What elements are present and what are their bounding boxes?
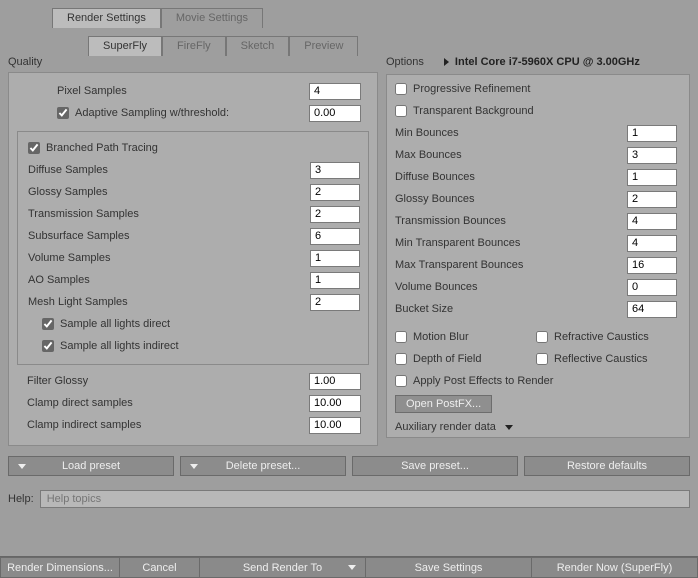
transmission-bounces-label: Transmission Bounces — [395, 215, 627, 227]
tab-movie-settings[interactable]: Movie Settings — [161, 8, 263, 28]
transmission-samples-input[interactable] — [310, 206, 360, 223]
volume-samples-label: Volume Samples — [28, 252, 310, 264]
glossy-samples-input[interactable] — [310, 184, 360, 201]
tab-render-settings[interactable]: Render Settings — [52, 8, 161, 28]
glossy-bounces-label: Glossy Bounces — [395, 193, 627, 205]
max-bounces-input[interactable] — [627, 147, 677, 164]
options-title: Options — [386, 56, 424, 68]
pixel-samples-input[interactable] — [309, 83, 361, 100]
diffuse-bounces-label: Diffuse Bounces — [395, 171, 627, 183]
mesh-light-samples-label: Mesh Light Samples — [28, 296, 310, 308]
delete-preset-button[interactable]: Delete preset... — [180, 456, 346, 476]
bucket-size-label: Bucket Size — [395, 303, 627, 315]
open-postfx-button[interactable]: Open PostFX... — [395, 395, 492, 413]
render-device-label[interactable]: Intel Core i7-5960X CPU @ 3.00GHz — [455, 56, 640, 68]
transmission-samples-label: Transmission Samples — [28, 208, 310, 220]
max-transparent-bounces-input[interactable] — [627, 257, 677, 274]
sample-all-lights-indirect-label: Sample all lights indirect — [60, 340, 360, 352]
transparent-background-checkbox[interactable] — [395, 105, 407, 117]
refractive-caustics-checkbox[interactable] — [536, 331, 548, 343]
branched-path-tracing-checkbox[interactable] — [28, 142, 40, 154]
diffuse-samples-input[interactable] — [310, 162, 360, 179]
restore-defaults-button[interactable]: Restore defaults — [524, 456, 690, 476]
dropdown-icon — [18, 464, 26, 469]
min-transparent-bounces-label: Min Transparent Bounces — [395, 237, 627, 249]
restore-defaults-label: Restore defaults — [567, 460, 647, 472]
filter-glossy-input[interactable] — [309, 373, 361, 390]
reflective-caustics-label: Reflective Caustics — [554, 353, 659, 365]
quality-title: Quality — [8, 56, 378, 68]
diffuse-samples-label: Diffuse Samples — [28, 164, 310, 176]
tab-preview[interactable]: Preview — [289, 36, 358, 56]
help-input[interactable] — [40, 490, 690, 508]
motion-blur-label: Motion Blur — [413, 331, 518, 343]
sample-all-lights-direct-checkbox[interactable] — [42, 318, 54, 330]
refractive-caustics-label: Refractive Caustics — [554, 331, 659, 343]
max-bounces-label: Max Bounces — [395, 149, 627, 161]
tab-superfly[interactable]: SuperFly — [88, 36, 162, 56]
adaptive-sampling-label: Adaptive Sampling w/threshold: — [75, 107, 309, 119]
depth-of-field-label: Depth of Field — [413, 353, 518, 365]
motion-blur-checkbox[interactable] — [395, 331, 407, 343]
ao-samples-label: AO Samples — [28, 274, 310, 286]
transmission-bounces-input[interactable] — [627, 213, 677, 230]
render-now-label: Render Now (SuperFly) — [557, 562, 673, 574]
device-collapse-icon[interactable] — [444, 58, 449, 66]
load-preset-button[interactable]: Load preset — [8, 456, 174, 476]
dropdown-icon — [348, 565, 356, 570]
mesh-light-samples-input[interactable] — [310, 294, 360, 311]
apply-post-effects-checkbox[interactable] — [395, 375, 407, 387]
min-bounces-input[interactable] — [627, 125, 677, 142]
clamp-direct-input[interactable] — [309, 395, 361, 412]
apply-post-effects-label: Apply Post Effects to Render — [413, 375, 659, 387]
min-bounces-label: Min Bounces — [395, 127, 627, 139]
volume-bounces-label: Volume Bounces — [395, 281, 627, 293]
adaptive-sampling-checkbox[interactable] — [57, 107, 69, 119]
tab-firefly[interactable]: FireFly — [162, 36, 226, 56]
reflective-caustics-checkbox[interactable] — [536, 353, 548, 365]
chevron-down-icon[interactable] — [505, 425, 513, 430]
load-preset-label: Load preset — [62, 460, 120, 472]
pixel-samples-label: Pixel Samples — [57, 85, 309, 97]
save-settings-button[interactable]: Save Settings — [366, 557, 532, 578]
render-dimensions-button[interactable]: Render Dimensions... — [0, 557, 120, 578]
render-now-button[interactable]: Render Now (SuperFly) — [532, 557, 698, 578]
volume-samples-input[interactable] — [310, 250, 360, 267]
cancel-label: Cancel — [142, 562, 176, 574]
branched-path-tracing-label: Branched Path Tracing — [46, 142, 360, 154]
help-label: Help: — [8, 493, 34, 505]
ao-samples-input[interactable] — [310, 272, 360, 289]
transparent-background-label: Transparent Background — [413, 105, 677, 117]
render-dimensions-label: Render Dimensions... — [7, 562, 113, 574]
sample-all-lights-indirect-checkbox[interactable] — [42, 340, 54, 352]
send-render-to-button[interactable]: Send Render To — [200, 557, 366, 578]
adaptive-threshold-input[interactable] — [309, 105, 361, 122]
tab-sketch[interactable]: Sketch — [226, 36, 290, 56]
diffuse-bounces-input[interactable] — [627, 169, 677, 186]
clamp-direct-label: Clamp direct samples — [27, 397, 309, 409]
subsurface-samples-input[interactable] — [310, 228, 360, 245]
cancel-button[interactable]: Cancel — [120, 557, 200, 578]
clamp-indirect-input[interactable] — [309, 417, 361, 434]
send-render-to-label: Send Render To — [243, 562, 322, 574]
clamp-indirect-label: Clamp indirect samples — [27, 419, 309, 431]
subsurface-samples-label: Subsurface Samples — [28, 230, 310, 242]
max-transparent-bounces-label: Max Transparent Bounces — [395, 259, 627, 271]
glossy-samples-label: Glossy Samples — [28, 186, 310, 198]
filter-glossy-label: Filter Glossy — [27, 375, 309, 387]
progressive-refinement-checkbox[interactable] — [395, 83, 407, 95]
auxiliary-render-data-label[interactable]: Auxiliary render data — [395, 421, 496, 433]
save-preset-label: Save preset... — [401, 460, 469, 472]
volume-bounces-input[interactable] — [627, 279, 677, 296]
glossy-bounces-input[interactable] — [627, 191, 677, 208]
sample-all-lights-direct-label: Sample all lights direct — [60, 318, 360, 330]
delete-preset-label: Delete preset... — [226, 460, 301, 472]
progressive-refinement-label: Progressive Refinement — [413, 83, 677, 95]
depth-of-field-checkbox[interactable] — [395, 353, 407, 365]
save-settings-label: Save Settings — [415, 562, 483, 574]
dropdown-icon — [190, 464, 198, 469]
bucket-size-input[interactable] — [627, 301, 677, 318]
save-preset-button[interactable]: Save preset... — [352, 456, 518, 476]
min-transparent-bounces-input[interactable] — [627, 235, 677, 252]
